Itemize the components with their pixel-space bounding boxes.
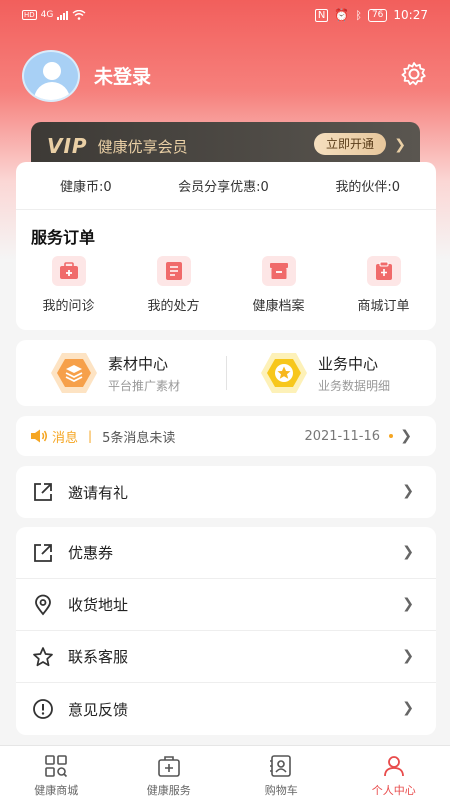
menu-card: 优惠券 ❯ 收货地址 ❯ 联系客服 ❯ 意见反馈 ❯ bbox=[16, 527, 436, 735]
profile-header: 未登录 bbox=[22, 48, 432, 103]
profile-icon bbox=[383, 756, 404, 777]
cart-icon bbox=[270, 755, 292, 777]
vip-title: 健康优享会员 bbox=[97, 137, 188, 156]
username[interactable]: 未登录 bbox=[94, 62, 151, 89]
tab-label-profile: 个人中心 bbox=[371, 784, 416, 797]
material-center[interactable]: 素材中心 平台推广素材 bbox=[16, 351, 226, 395]
message-date: 2021-11-16 bbox=[304, 428, 380, 444]
order-item-consult[interactable]: 我的问诊 bbox=[16, 256, 121, 314]
stats-orders-card: 健康币:0 会员分享优惠:0 我的伙伴:0 服务订单 我的问诊 我的处方 健康档… bbox=[16, 162, 436, 330]
tab-label-mall: 健康商城 bbox=[34, 784, 79, 797]
centers-card: 素材中心 平台推广素材 业务中心 业务数据明细 bbox=[16, 340, 436, 406]
nfc-icon: N bbox=[314, 8, 329, 22]
order-label-consult: 我的问诊 bbox=[42, 299, 95, 314]
order-item-prescription[interactable]: 我的处方 bbox=[121, 256, 226, 314]
speaker-icon bbox=[31, 429, 47, 443]
orders-row: 我的问诊 我的处方 健康档案 商城订单 bbox=[16, 256, 436, 314]
partners-stat[interactable]: 我的伙伴:0 bbox=[335, 176, 400, 195]
menu-label-coupon: 优惠券 bbox=[68, 544, 114, 562]
invite-card: 邀请有礼 ❯ bbox=[16, 466, 436, 518]
status-right: N ⏰ ᛒ 76 10:27 bbox=[314, 8, 428, 22]
tab-label-service: 健康服务 bbox=[146, 784, 191, 797]
menu-label-service: 联系客服 bbox=[68, 648, 129, 666]
menu-item-address[interactable]: 收货地址 ❯ bbox=[16, 579, 436, 631]
menu-label-invite: 邀请有礼 bbox=[68, 483, 129, 502]
order-label-archive: 健康档案 bbox=[252, 299, 305, 314]
stats-row: 健康币:0 会员分享优惠:0 我的伙伴:0 bbox=[16, 162, 436, 210]
chevron-right-icon: ❯ bbox=[394, 137, 406, 153]
chevron-right-icon: ❯ bbox=[400, 428, 412, 444]
mall-order-icon bbox=[366, 256, 401, 286]
archive-icon bbox=[261, 256, 296, 286]
menu-item-coupon[interactable]: 优惠券 ❯ bbox=[16, 527, 436, 579]
menu-label-feedback: 意见反馈 bbox=[68, 700, 129, 719]
order-label-mall: 商城订单 bbox=[357, 299, 410, 314]
tab-profile[interactable]: 个人中心 bbox=[338, 746, 450, 800]
divider bbox=[226, 356, 227, 390]
orders-title: 服务订单 bbox=[31, 228, 96, 247]
coins-stat[interactable]: 健康币:0 bbox=[60, 176, 112, 195]
battery-icon: 76 bbox=[367, 8, 388, 22]
consult-icon bbox=[51, 256, 86, 286]
vip-logo: VIP bbox=[47, 134, 88, 158]
order-item-archive[interactable]: 健康档案 bbox=[226, 256, 331, 314]
mall-icon bbox=[45, 755, 68, 778]
tab-label-cart: 购物车 bbox=[264, 784, 298, 797]
tab-mall[interactable]: 健康商城 bbox=[0, 746, 113, 800]
center-sub-material: 平台推广素材 bbox=[108, 378, 181, 393]
chevron-right-icon: ❯ bbox=[402, 700, 414, 716]
chevron-right-icon: ❯ bbox=[402, 596, 414, 612]
center-sub-business: 业务数据明细 bbox=[318, 378, 391, 393]
avatar[interactable] bbox=[22, 49, 80, 102]
network-label: 4G bbox=[40, 10, 54, 20]
message-text: 5条消息未读 bbox=[102, 430, 176, 446]
chevron-right-icon: ❯ bbox=[402, 483, 414, 499]
star-hex-icon bbox=[261, 353, 307, 393]
center-title-business: 业务中心 bbox=[318, 354, 379, 373]
unread-dot bbox=[389, 434, 393, 438]
signal-icon bbox=[57, 10, 69, 20]
service-icon bbox=[157, 756, 180, 777]
order-item-mall[interactable]: 商城订单 bbox=[331, 256, 436, 314]
layers-hex-icon bbox=[51, 353, 97, 393]
message-bar[interactable]: 消息 | 5条消息未读 2021-11-16 ❯ bbox=[16, 416, 436, 456]
wifi-icon bbox=[72, 10, 86, 20]
location-icon bbox=[35, 594, 51, 615]
center-title-material: 素材中心 bbox=[108, 354, 169, 373]
business-center[interactable]: 业务中心 业务数据明细 bbox=[226, 351, 436, 395]
vip-activate-button[interactable]: 立即开通 bbox=[313, 133, 386, 155]
tab-cart[interactable]: 购物车 bbox=[225, 746, 338, 800]
message-tag: 消息 bbox=[52, 430, 79, 446]
feedback-icon bbox=[33, 699, 53, 719]
star-outline-icon bbox=[33, 646, 53, 666]
prescription-icon bbox=[156, 256, 191, 286]
menu-item-service[interactable]: 联系客服 ❯ bbox=[16, 631, 436, 683]
status-bar: HD 4G N ⏰ ᛒ 76 10:27 bbox=[0, 0, 450, 30]
message-separator: | bbox=[88, 429, 93, 443]
hd-badge: HD bbox=[22, 10, 37, 20]
share-icon bbox=[34, 483, 52, 501]
gear-icon[interactable] bbox=[400, 60, 428, 88]
menu-label-address: 收货地址 bbox=[68, 596, 129, 614]
bottom-tab-bar: 健康商城 健康服务 购物车 个人中心 bbox=[0, 745, 450, 800]
tab-service[interactable]: 健康服务 bbox=[113, 746, 226, 800]
clock: 10:27 bbox=[393, 8, 428, 22]
alarm-icon: ⏰ bbox=[334, 8, 350, 22]
menu-item-feedback[interactable]: 意见反馈 ❯ bbox=[16, 683, 436, 735]
chevron-right-icon: ❯ bbox=[402, 648, 414, 664]
signal-indicators: HD 4G bbox=[22, 10, 86, 20]
share-discount-stat[interactable]: 会员分享优惠:0 bbox=[178, 176, 269, 195]
menu-item-invite[interactable]: 邀请有礼 ❯ bbox=[16, 466, 436, 518]
bluetooth-icon: ᛒ bbox=[355, 8, 362, 22]
order-label-prescription: 我的处方 bbox=[147, 299, 200, 314]
chevron-right-icon: ❯ bbox=[402, 544, 414, 560]
coupon-icon bbox=[34, 543, 52, 562]
